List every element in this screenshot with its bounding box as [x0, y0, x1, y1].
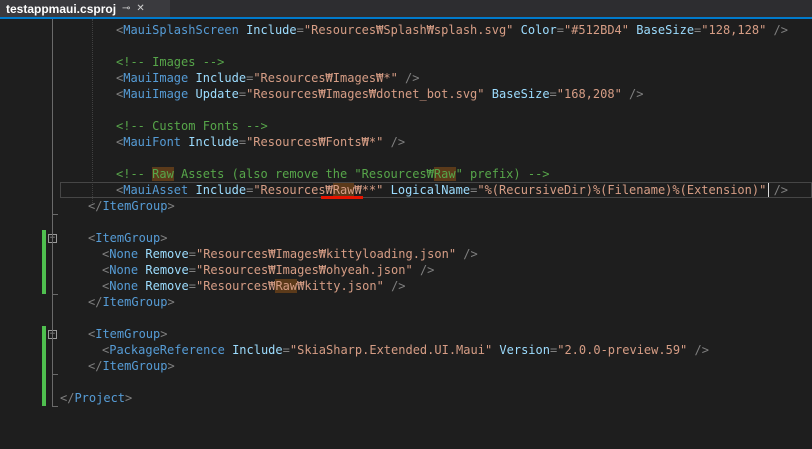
code-line[interactable]: <PackageReference Include="SkiaSharp.Ext… [102, 342, 709, 358]
close-icon[interactable]: ✕ [136, 3, 144, 14]
pin-icon[interactable]: ⊸ [122, 3, 130, 14]
code-comment[interactable]: <!-- Images --> [116, 54, 224, 70]
code-line[interactable]: <MauiSplashScreen Include="Resources₩Spl… [116, 22, 788, 38]
code-line[interactable]: <None Remove="Resources₩Images₩kittyload… [102, 246, 478, 262]
code-line-current[interactable]: <MauiAsset Include="Resources₩Raw₩**" Lo… [116, 182, 788, 198]
code-line[interactable]: <None Remove="Resources₩Images₩ohyeah.js… [102, 262, 434, 278]
code-editor[interactable]: − − <MauiSplashScreen Include="Resources… [0, 19, 812, 449]
code-line[interactable]: </Project> [60, 390, 132, 406]
change-bar [42, 326, 46, 406]
code-line[interactable]: <ItemGroup> [88, 326, 168, 342]
code-line[interactable]: <MauiImage Include="Resources₩Images₩*" … [116, 70, 420, 86]
tab-testappmaui-csproj[interactable]: testappmaui.csproj ⊸ ✕ [0, 0, 170, 17]
code-comment[interactable]: <!-- Custom Fonts --> [116, 118, 268, 134]
fold-line [52, 19, 53, 214]
fold-line [52, 214, 53, 406]
code-line[interactable]: </ItemGroup> [88, 358, 175, 374]
code-comment[interactable]: <!-- Raw Assets (also remove the "Resour… [116, 166, 550, 182]
document-tab-strip: testappmaui.csproj ⊸ ✕ [0, 0, 812, 17]
highlighted-word: Raw [152, 167, 174, 181]
code-line[interactable]: <None Remove="Resources₩Raw₩kitty.json" … [102, 278, 406, 294]
text-caret [768, 183, 769, 197]
code-line[interactable]: <ItemGroup> [88, 230, 168, 246]
change-bar [42, 230, 46, 294]
highlighted-word: Raw [332, 183, 355, 197]
error-squiggle[interactable] [321, 196, 363, 199]
highlighted-word: Raw [433, 167, 456, 181]
code-line[interactable]: <MauiFont Include="Resources₩Fonts₩*" /> [116, 134, 405, 150]
fold-end [52, 406, 58, 407]
tab-title: testappmaui.csproj [6, 1, 117, 16]
code-line[interactable]: </ItemGroup> [88, 198, 175, 214]
highlighted-word: Raw [275, 279, 298, 293]
code-line[interactable]: </ItemGroup> [88, 294, 175, 310]
indent-guide [92, 19, 93, 205]
code-line[interactable]: <MauiImage Update="Resources₩Images₩dotn… [116, 86, 644, 102]
